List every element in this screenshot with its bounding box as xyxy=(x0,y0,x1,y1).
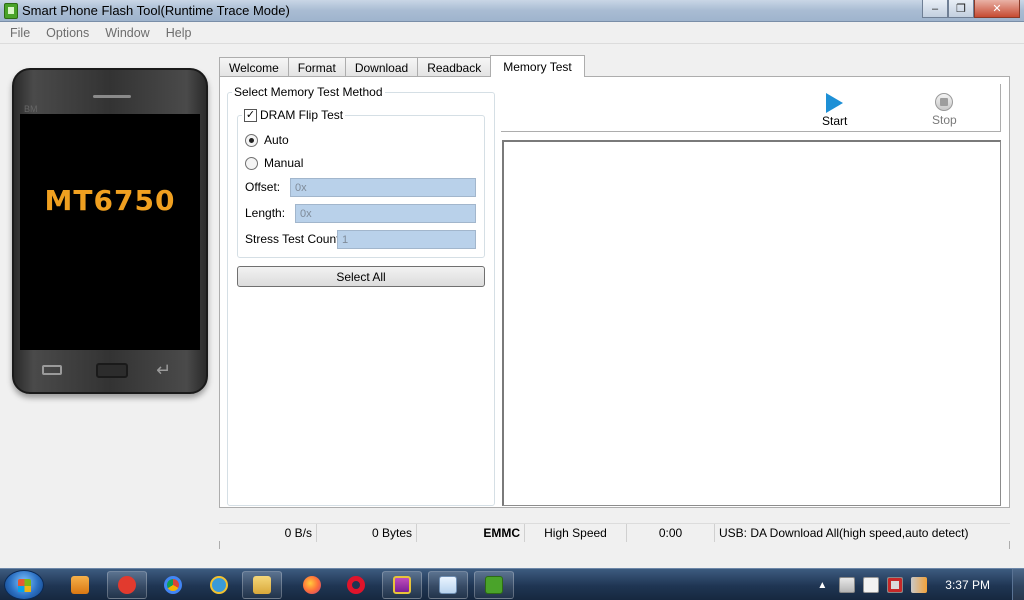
tab-memory-test[interactable]: Memory Test xyxy=(490,55,585,77)
windows-logo-icon xyxy=(18,579,31,592)
tab-bar: Welcome Format Download Readback Memory … xyxy=(219,55,585,77)
play-icon xyxy=(826,93,844,113)
minimize-button[interactable]: – xyxy=(922,0,948,18)
auto-label: Auto xyxy=(264,133,289,147)
manual-radio[interactable] xyxy=(245,156,258,170)
menu-options[interactable]: Options xyxy=(38,26,97,40)
phone-keys: ↵ xyxy=(14,358,206,386)
menu-key-icon xyxy=(42,365,62,375)
taskbar-firefox[interactable] xyxy=(292,571,332,599)
status-storage: EMMC xyxy=(417,524,525,542)
menu-help[interactable]: Help xyxy=(158,26,200,40)
taskbar-winrar[interactable] xyxy=(382,571,422,599)
length-label: Length: xyxy=(245,206,286,220)
flash-tool-icon xyxy=(485,576,503,594)
tab-format[interactable]: Format xyxy=(287,57,346,77)
taskbar-app-red[interactable] xyxy=(107,571,147,599)
opera-icon xyxy=(347,576,365,594)
notepad-icon xyxy=(439,576,457,594)
taskbar-opera[interactable] xyxy=(336,571,376,599)
status-speed: 0 B/s xyxy=(219,524,317,542)
taskbar: ▲ 3:37 PM xyxy=(0,568,1024,600)
taskbar-explorer[interactable] xyxy=(242,571,282,599)
status-bytes: 0 Bytes xyxy=(317,524,417,542)
status-bar: 0 B/s 0 Bytes EMMC High Speed 0:00 USB: … xyxy=(219,523,1010,542)
status-time: 0:00 xyxy=(627,524,715,542)
test-output-box[interactable] xyxy=(502,140,1001,506)
start-button[interactable]: Start xyxy=(822,93,847,128)
tab-readback[interactable]: Readback xyxy=(417,57,492,77)
offset-label: Offset: xyxy=(245,180,281,194)
dram-flip-checkbox-row[interactable]: ✓ DRAM Flip Test xyxy=(242,108,346,122)
radio-selected-dot xyxy=(249,137,254,143)
show-hidden-icons-arrow[interactable]: ▲ xyxy=(817,580,827,591)
manual-label: Manual xyxy=(264,156,304,170)
test-toolbar xyxy=(501,84,1001,132)
taskbar-chrome[interactable] xyxy=(153,571,193,599)
winrar-icon xyxy=(393,576,411,594)
status-usb: USB: DA Download All(high speed,auto det… xyxy=(719,526,969,540)
title-bar[interactable]: Smart Phone Flash Tool(Runtime Trace Mod… xyxy=(0,0,1024,22)
folder-icon xyxy=(253,576,271,594)
stop-button[interactable]: Stop xyxy=(932,93,957,127)
stop-label: Stop xyxy=(932,113,957,127)
window-controls: – ❐ ✕ xyxy=(922,0,1020,18)
internet-explorer-icon xyxy=(210,576,228,594)
usb-device-icon[interactable] xyxy=(863,577,880,593)
media-player-icon xyxy=(71,576,89,594)
start-label: Start xyxy=(822,114,848,128)
restore-button[interactable]: ❐ xyxy=(948,0,974,18)
system-tray: ▲ 3:37 PM xyxy=(817,569,1024,600)
show-desktop-button[interactable] xyxy=(1012,569,1024,600)
windows-start-button[interactable] xyxy=(4,570,44,600)
tab-download[interactable]: Download xyxy=(344,57,419,77)
taskbar-clock[interactable]: 3:37 PM xyxy=(945,578,990,592)
window-title: Smart Phone Flash Tool(Runtime Trace Mod… xyxy=(22,3,290,18)
phone-screen xyxy=(20,114,200,350)
menu-file[interactable]: File xyxy=(2,26,38,40)
app-icon xyxy=(4,3,18,19)
stress-count-input[interactable]: 1 xyxy=(337,230,476,249)
dram-flip-label: DRAM Flip Test xyxy=(260,108,344,122)
status-mode: High Speed xyxy=(525,524,627,542)
taskbar-notepad[interactable] xyxy=(428,571,468,599)
phone-brand: BM xyxy=(24,104,38,114)
firefox-icon xyxy=(303,576,321,594)
phone-speaker xyxy=(93,95,131,98)
taskbar-media-player[interactable] xyxy=(60,571,100,599)
dram-flip-checkbox[interactable]: ✓ xyxy=(244,108,257,122)
auto-radio[interactable] xyxy=(245,133,258,147)
app-red-icon xyxy=(118,576,136,594)
chrome-icon xyxy=(164,576,182,594)
back-key-icon: ↵ xyxy=(156,360,172,380)
phone-image: BM MT6750 ↵ xyxy=(12,68,208,394)
action-center-icon[interactable] xyxy=(839,577,856,593)
menu-window[interactable]: Window xyxy=(97,26,157,40)
volume-icon[interactable] xyxy=(911,577,928,593)
taskbar-internet-explorer[interactable] xyxy=(199,571,239,599)
phone-model-label: MT6750 xyxy=(44,184,176,217)
stop-icon xyxy=(935,93,954,111)
close-button[interactable]: ✕ xyxy=(974,0,1020,18)
method-group-label: Select Memory Test Method xyxy=(232,85,385,99)
status-bar-bottom xyxy=(219,541,1010,549)
taskbar-flash-tool[interactable] xyxy=(474,571,514,599)
menu-bar: File Options Window Help xyxy=(0,22,1024,44)
auto-radio-row[interactable]: Auto xyxy=(245,133,289,147)
stress-count-label: Stress Test Count xyxy=(245,232,340,246)
home-key-icon xyxy=(96,363,128,378)
manual-radio-row[interactable]: Manual xyxy=(245,156,303,170)
select-all-button[interactable]: Select All xyxy=(237,266,485,287)
network-disconnected-icon[interactable] xyxy=(887,577,904,593)
offset-input[interactable]: 0x xyxy=(290,178,476,197)
tab-welcome[interactable]: Welcome xyxy=(219,57,289,77)
length-input[interactable]: 0x xyxy=(295,204,476,223)
